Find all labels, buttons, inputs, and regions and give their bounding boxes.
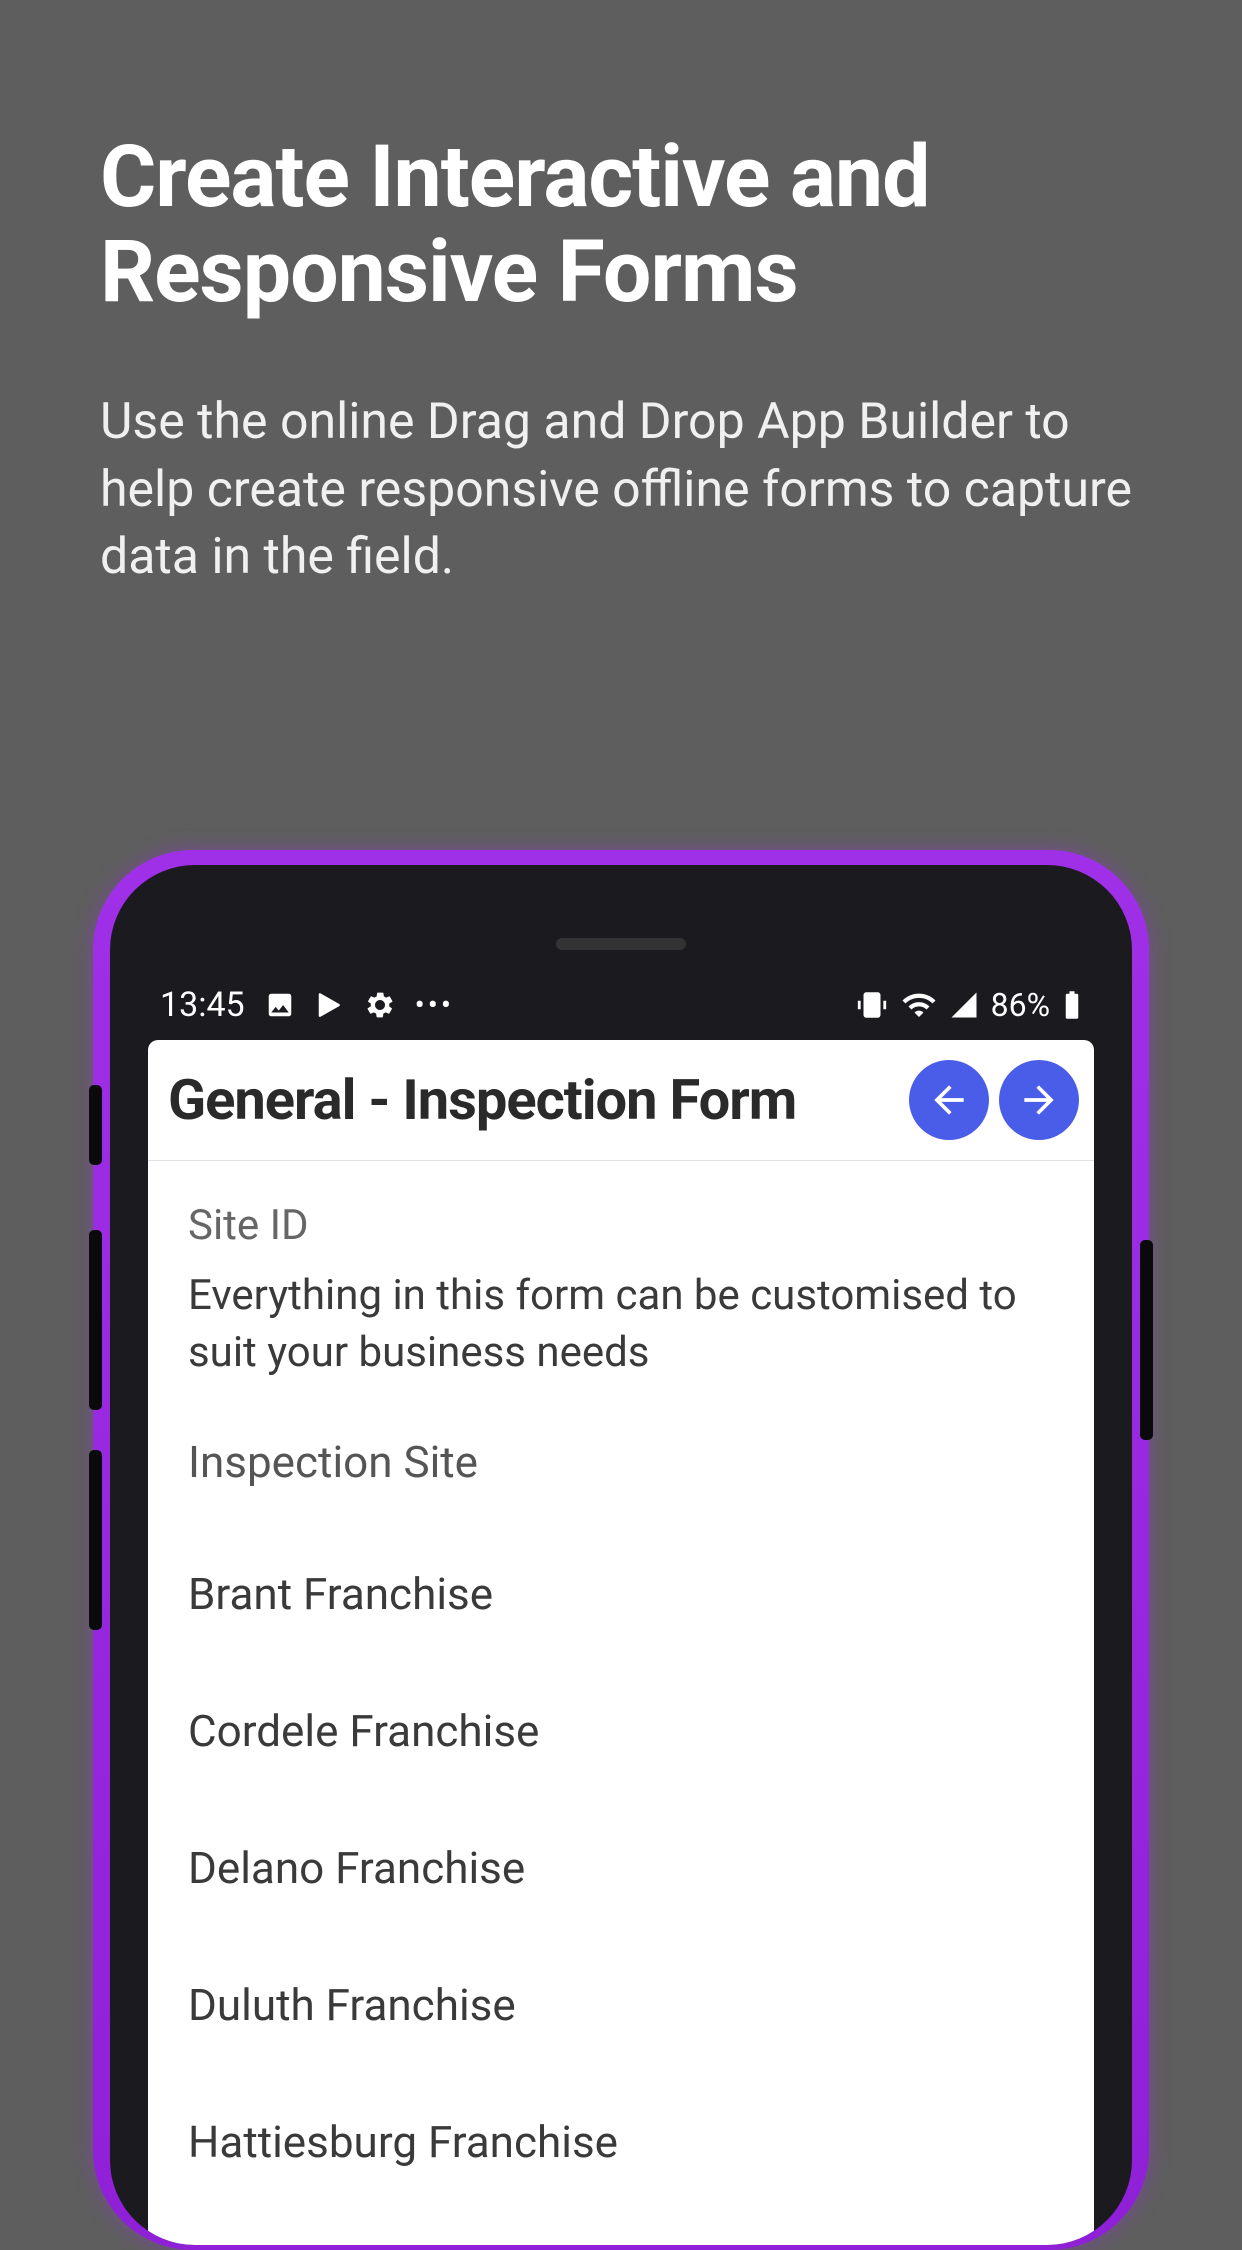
phone-power-button	[1140, 1240, 1153, 1440]
more-icon: •••	[415, 988, 454, 1023]
status-time: 13:45	[160, 985, 245, 1025]
image-icon	[265, 990, 295, 1020]
inspection-site-label: Inspection Site	[188, 1436, 1054, 1488]
phone-volume-up	[89, 1230, 102, 1410]
wifi-icon	[901, 987, 937, 1023]
screen-header: General - Inspection Form	[148, 1040, 1094, 1161]
vibrate-icon	[855, 988, 889, 1022]
form-description: Everything in this form can be customise…	[188, 1268, 1054, 1381]
play-store-icon	[315, 990, 345, 1020]
form-content: Site ID Everything in this form can be c…	[148, 1161, 1094, 2245]
nav-next-button[interactable]	[999, 1060, 1079, 1140]
list-item[interactable]: Duluth Franchise	[188, 1949, 1054, 2061]
app-screen: General - Inspection Form Site ID Everyt…	[148, 1040, 1094, 2245]
phone-side-button	[89, 1085, 102, 1165]
promo-subtitle: Use the online Drag and Drop App Builder…	[0, 319, 1242, 592]
battery-icon	[1062, 990, 1082, 1020]
settings-icon	[365, 990, 395, 1020]
list-item[interactable]: Hattiesburg Franchise	[188, 2086, 1054, 2198]
phone-body: 13:45 ••• 86%	[110, 865, 1132, 2245]
promo-title: Create Interactive and Responsive Forms	[0, 0, 1242, 319]
status-bar: 13:45 ••• 86%	[160, 980, 1082, 1030]
list-item[interactable]: Holston Franchise	[188, 2223, 1054, 2245]
phone-speaker	[556, 938, 686, 950]
screen-title: General - Inspection Form	[168, 1067, 796, 1133]
list-item[interactable]: Cordele Franchise	[188, 1675, 1054, 1787]
list-item[interactable]: Brant Franchise	[188, 1538, 1054, 1650]
list-item[interactable]: Delano Franchise	[188, 1812, 1054, 1924]
site-id-label: Site ID	[188, 1201, 1054, 1250]
signal-icon	[949, 990, 979, 1020]
nav-prev-button[interactable]	[909, 1060, 989, 1140]
battery-percent: 86%	[991, 986, 1050, 1024]
phone-volume-down	[89, 1450, 102, 1630]
